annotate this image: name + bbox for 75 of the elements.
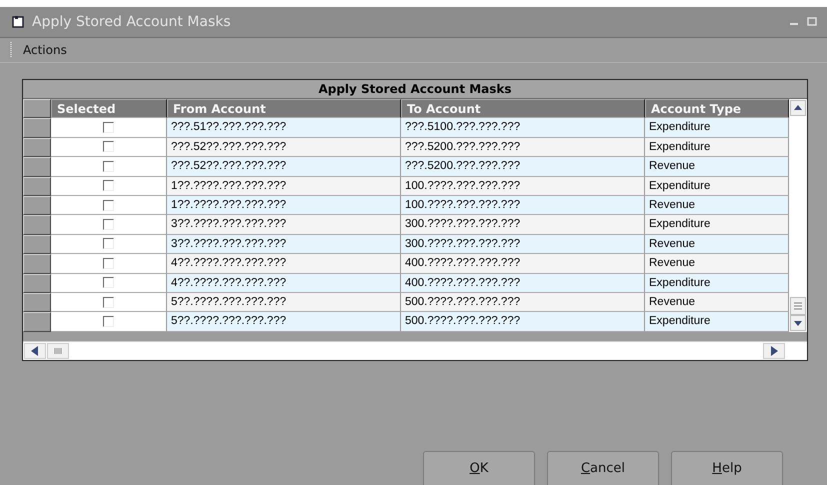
row-header[interactable] — [23, 254, 51, 274]
row-header[interactable] — [23, 196, 51, 216]
row-header[interactable] — [23, 292, 51, 312]
checkbox[interactable] — [103, 258, 114, 269]
table-cell: Expenditure — [645, 215, 789, 235]
table-cell: ???.5200.???.???.??? — [401, 138, 645, 158]
table-cell: ???.52??.???.???.??? — [167, 138, 401, 158]
column-header[interactable]: To Account — [401, 99, 645, 118]
table-cell: 5??.????.???.???.??? — [167, 292, 401, 312]
row-header[interactable] — [23, 157, 51, 177]
table-cell: 400.????.???.???.??? — [401, 254, 645, 274]
table-cell: 1??.????.???.???.??? — [167, 196, 401, 216]
row-header[interactable] — [23, 138, 51, 158]
table-cell: Expenditure — [645, 176, 789, 196]
table-cell: Expenditure — [645, 118, 789, 138]
horizontal-scrollbar[interactable] — [23, 340, 807, 360]
table-cell: 3??.????.???.???.??? — [167, 234, 401, 254]
table-cell: Expenditure — [645, 312, 789, 332]
column-header[interactable]: From Account — [167, 99, 401, 118]
table-cell: 4??.????.???.???.??? — [167, 274, 401, 293]
table-cell: 400.????.???.???.??? — [401, 274, 645, 293]
column-header[interactable]: Selected — [51, 99, 167, 118]
scroll-up-icon[interactable] — [790, 100, 806, 116]
table-cell: Revenue — [645, 254, 789, 274]
checkbox[interactable] — [103, 296, 114, 308]
grip-icon — [10, 42, 13, 58]
table-cell: 5??.????.???.???.??? — [167, 312, 401, 332]
table-cell: 100.????.???.???.??? — [401, 196, 645, 216]
checkbox[interactable] — [103, 180, 114, 192]
checkbox[interactable] — [103, 141, 114, 152]
table-cell: ???.5200.???.???.??? — [401, 157, 645, 177]
scroll-down-icon[interactable] — [790, 314, 806, 331]
checkbox[interactable] — [103, 238, 114, 250]
row-header[interactable] — [23, 274, 51, 293]
dialog-button[interactable]: Help — [671, 451, 783, 485]
table-cell: Expenditure — [645, 274, 789, 293]
table-cell: 4??.????.???.???.??? — [167, 254, 401, 274]
table-cell: ???.52??.???.???.??? — [167, 157, 401, 177]
checkbox[interactable] — [103, 122, 114, 134]
dialog-button[interactable]: Cancel — [547, 451, 659, 485]
table-cell: Expenditure — [645, 138, 789, 158]
checkbox[interactable] — [103, 316, 114, 327]
table-cell: 300.????.???.???.??? — [401, 234, 645, 254]
checkbox[interactable] — [103, 200, 114, 211]
row-header[interactable] — [23, 176, 51, 196]
scroll-left-icon[interactable] — [24, 342, 46, 359]
row-header[interactable] — [23, 215, 51, 235]
row-header[interactable] — [23, 118, 51, 138]
window-title: Apply Stored Account Masks — [32, 14, 231, 30]
table-cell: ???.5100.???.???.??? — [401, 118, 645, 138]
table-cell: ???.51??.???.???.??? — [167, 118, 401, 138]
table-cell: 300.????.???.???.??? — [401, 215, 645, 235]
row-header[interactable] — [23, 312, 51, 332]
row-header[interactable] — [23, 234, 51, 254]
menu-item[interactable]: Actions — [23, 43, 67, 57]
checkbox[interactable] — [103, 277, 114, 288]
grid-caption: Apply Stored Account Masks — [23, 80, 807, 99]
scroll-thumb-icon[interactable] — [790, 296, 806, 315]
checkbox[interactable] — [103, 160, 114, 172]
table-cell: 3??.????.???.???.??? — [167, 215, 401, 235]
checkbox[interactable] — [103, 219, 114, 230]
table-cell: Revenue — [645, 157, 789, 177]
table-cell: Revenue — [645, 196, 789, 216]
dialog-button[interactable]: OK — [423, 451, 535, 485]
scroll-thumb-icon[interactable] — [47, 342, 69, 359]
window-icon — [12, 16, 24, 28]
table-cell: 500.????.???.???.??? — [401, 312, 645, 332]
table-cell: 500.????.???.???.??? — [401, 292, 645, 312]
vertical-scrollbar[interactable] — [789, 99, 807, 332]
table-cell: 1??.????.???.???.??? — [167, 176, 401, 196]
scroll-right-icon[interactable] — [763, 342, 785, 359]
table-cell: Revenue — [645, 234, 789, 254]
table-cell: Revenue — [645, 292, 789, 312]
table-cell: 100.????.???.???.??? — [401, 176, 645, 196]
column-header[interactable]: Account Type — [645, 99, 789, 118]
